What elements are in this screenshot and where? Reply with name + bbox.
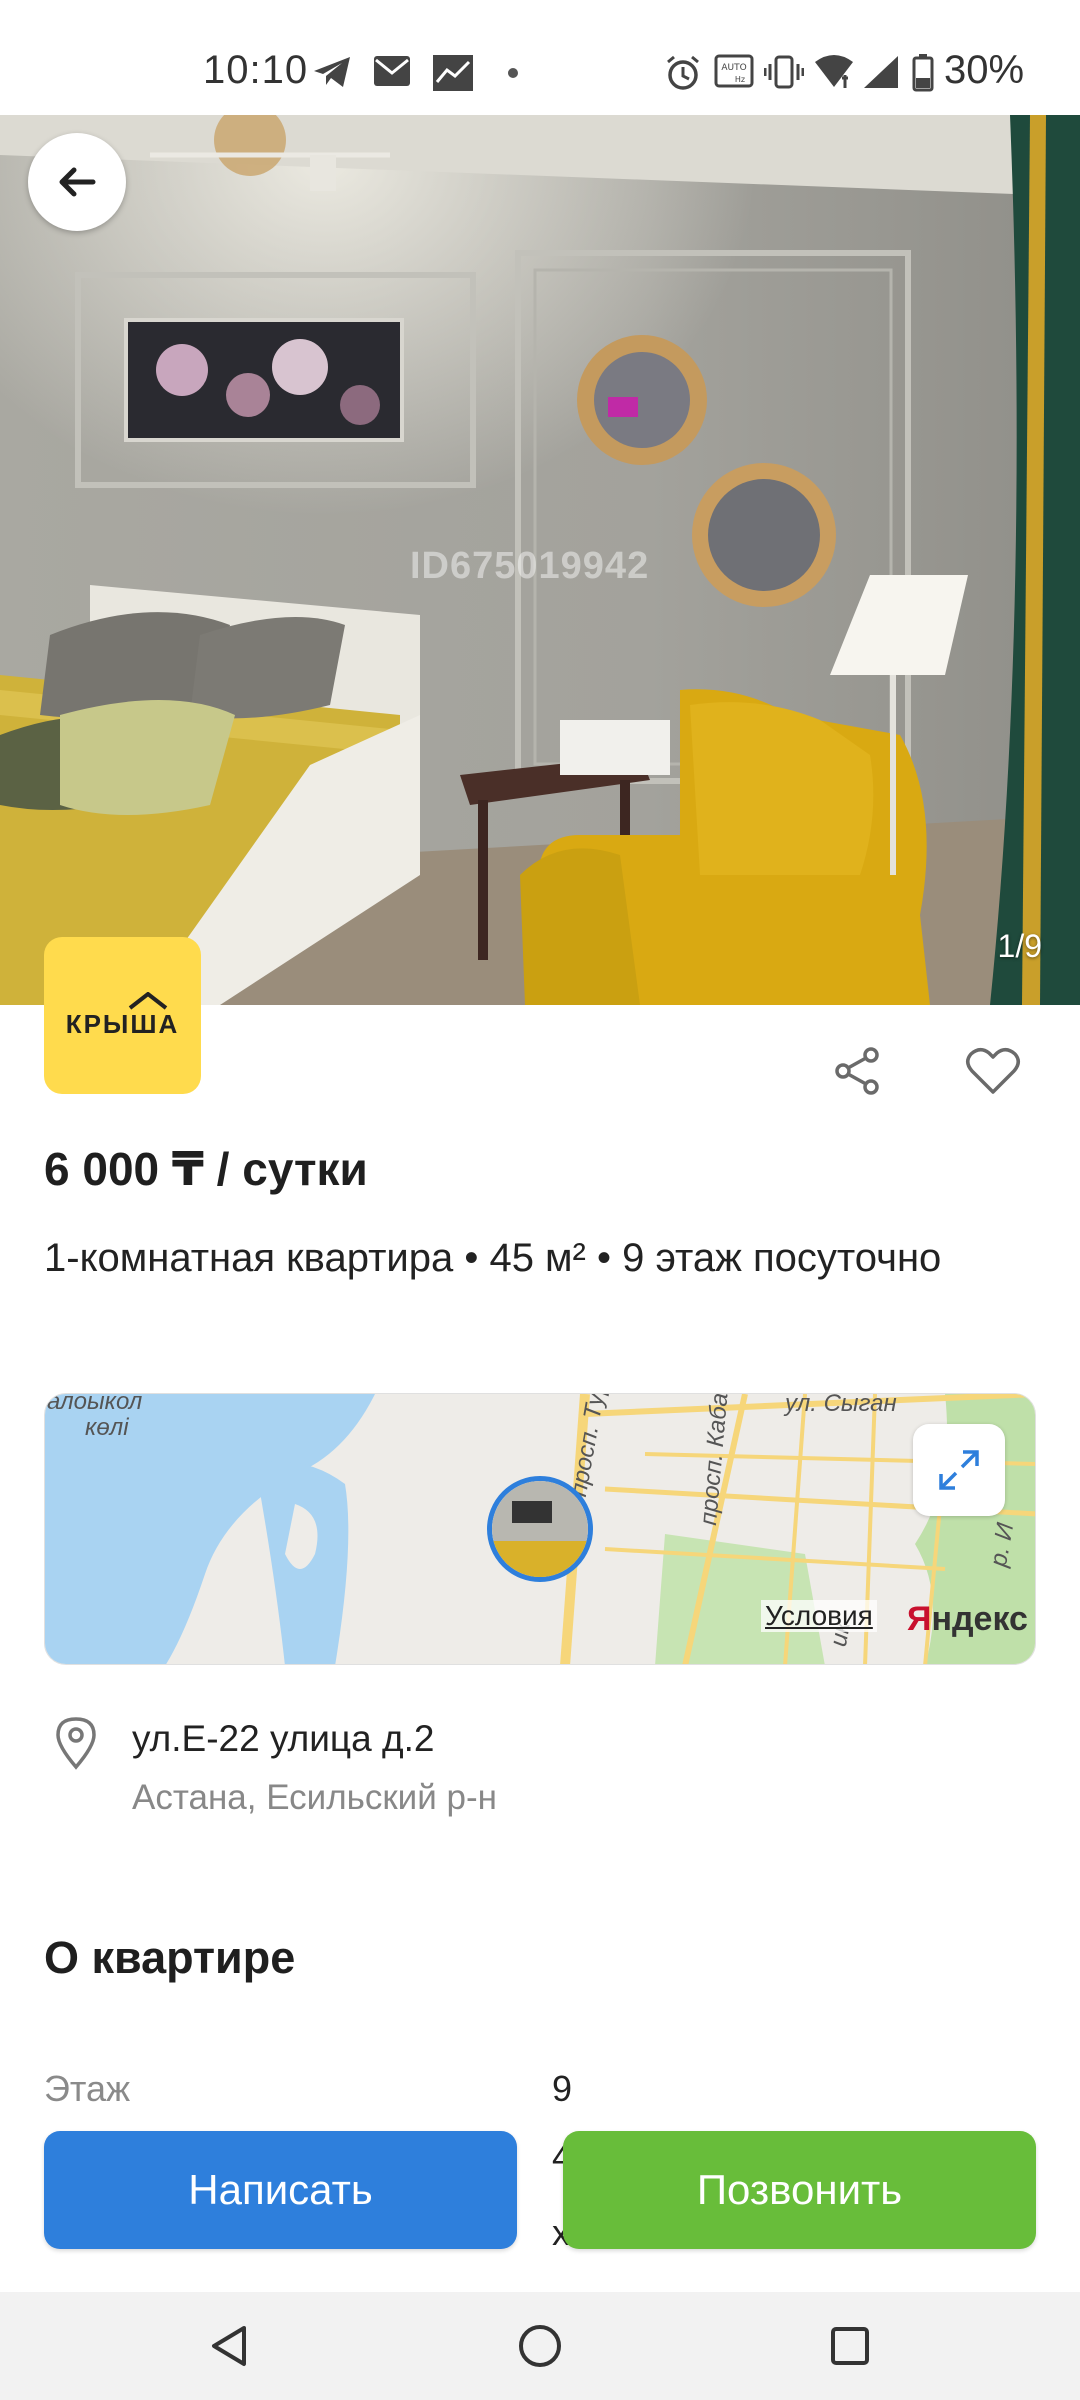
map-marker[interactable]: [487, 1476, 593, 1582]
telegram-icon: [312, 54, 352, 95]
status-time: 10:10: [203, 48, 309, 92]
battery-icon: [912, 54, 934, 97]
map-label-sygan: ул. Сыган: [785, 1393, 897, 1417]
map-expand-button[interactable]: [913, 1424, 1005, 1516]
listing-subtitle: 1-комнатная квартира • 45 м² • 9 этаж по…: [44, 1236, 942, 1280]
address-city: Астана, Есильский р-н: [132, 1778, 497, 1817]
yandex-logo-rest: ндекс: [931, 1600, 1028, 1638]
dot-icon: [507, 66, 519, 84]
svg-text:AUTO: AUTO: [721, 63, 746, 73]
photo-counter: 1/9: [997, 928, 1042, 964]
heart-icon: [966, 1048, 1020, 1094]
back-button[interactable]: [28, 133, 126, 231]
spec-floor-value: 9: [552, 2068, 573, 2109]
yandex-logo-first: Я: [907, 1600, 932, 1638]
auto-hz-icon: AUTO Hz: [714, 54, 754, 95]
logo-text: КРЫША: [65, 1009, 180, 1039]
photo-watermark: ID675019942: [410, 545, 650, 587]
gmail-icon: [372, 54, 412, 93]
circle-home-icon: [519, 2325, 561, 2367]
svg-text:Hz: Hz: [735, 75, 745, 84]
nav-back-button[interactable]: [199, 2316, 259, 2376]
share-icon: [835, 1047, 879, 1095]
arrow-left-icon: [59, 167, 96, 197]
map-label-lake2: көлі: [85, 1414, 129, 1441]
wifi-icon: [814, 54, 854, 95]
write-message-button[interactable]: Написать: [44, 2131, 517, 2249]
map-terms-link[interactable]: Условия: [761, 1600, 877, 1632]
price: 6 000 ₸ / сутки: [44, 1143, 368, 1195]
vibrate-icon: [763, 54, 805, 95]
photo-gallery[interactable]: ID675019942 1/9: [0, 115, 1080, 1005]
nav-home-button[interactable]: [510, 2316, 570, 2376]
nav-recents-button[interactable]: [820, 2316, 880, 2376]
call-button[interactable]: Позвонить: [563, 2131, 1036, 2249]
section-title-about: О квартире: [44, 1932, 296, 1983]
share-button[interactable]: [822, 1036, 892, 1106]
stocks-icon: [432, 54, 474, 97]
marker-thumbnail: [492, 1481, 588, 1577]
square-recents-icon: [831, 2327, 869, 2365]
agency-logo: КРЫША: [44, 937, 201, 1094]
battery-percent: 30%: [944, 48, 1025, 92]
address-street: ул.Е-22 улица д.2: [132, 1718, 435, 1759]
status-bar: 10:10 AUTO Hz 30%: [0, 0, 1080, 115]
location-map[interactable]: алоыкол көлі просп. Туран просп. Кабан у…: [44, 1393, 1036, 1665]
location-pin-icon: [56, 1717, 96, 1770]
triangle-back-icon: [212, 2326, 246, 2366]
system-nav-bar: [0, 2292, 1080, 2400]
yandex-logo: Яндекс: [907, 1600, 1028, 1639]
roof-icon: [128, 992, 168, 1010]
alarm-icon: [664, 54, 702, 97]
favorite-button[interactable]: [958, 1036, 1028, 1106]
expand-icon: [939, 1450, 979, 1490]
map-label-lake: алоыкол: [47, 1393, 143, 1415]
spec-floor-label: Этаж: [44, 2068, 131, 2109]
signal-icon: [862, 54, 900, 95]
